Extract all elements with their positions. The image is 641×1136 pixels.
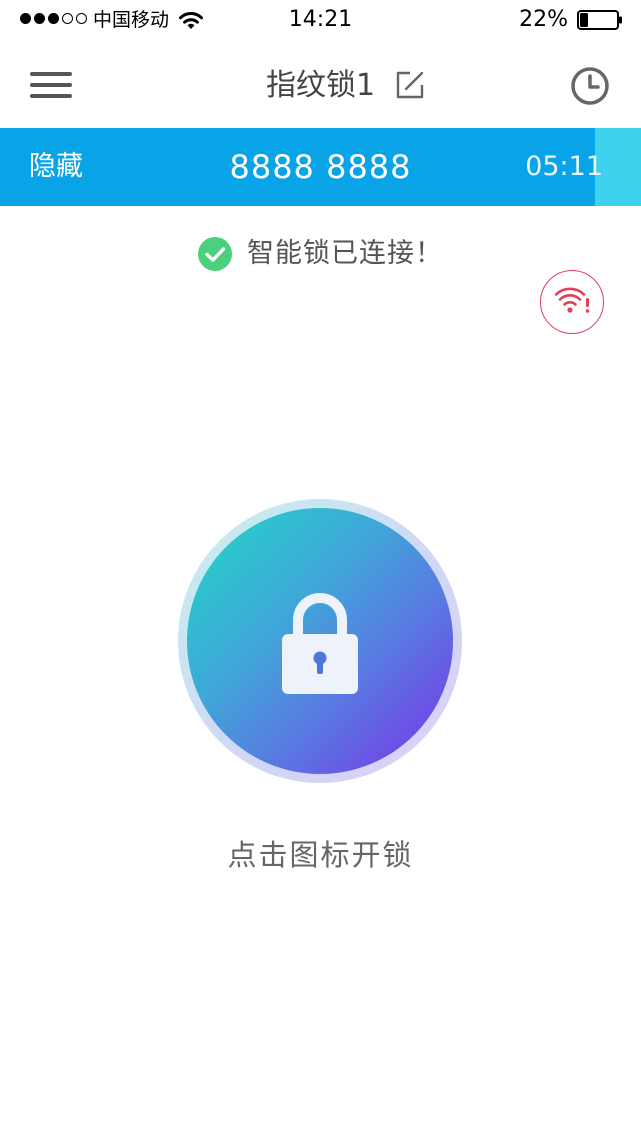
wifi-alert-icon: [555, 287, 590, 313]
password-banner: 隐藏 8888 8888 05:11: [0, 128, 641, 206]
lock-icon: [282, 593, 358, 694]
page-title: 指纹锁1: [265, 68, 376, 103]
clock-icon[interactable]: [570, 66, 610, 106]
battery-icon: [577, 10, 622, 30]
status-bar: 中国移动 14:21 22%: [0, 0, 641, 40]
connection-status-text: 智能锁已连接！: [247, 238, 443, 269]
countdown-timer: 05:11: [525, 151, 603, 182]
wifi-alert-button[interactable]: [540, 270, 604, 334]
connection-status: 智能锁已连接！: [0, 234, 641, 274]
check-circle-icon: [198, 237, 232, 271]
nav-bar: 指纹锁1: [0, 40, 641, 128]
unlock-button[interactable]: [178, 499, 462, 783]
unlock-hint: 点击图标开锁: [227, 838, 414, 872]
battery-percent: 22%: [519, 7, 568, 32]
unlock-circle[interactable]: [187, 508, 453, 774]
edit-icon[interactable]: [395, 70, 425, 100]
